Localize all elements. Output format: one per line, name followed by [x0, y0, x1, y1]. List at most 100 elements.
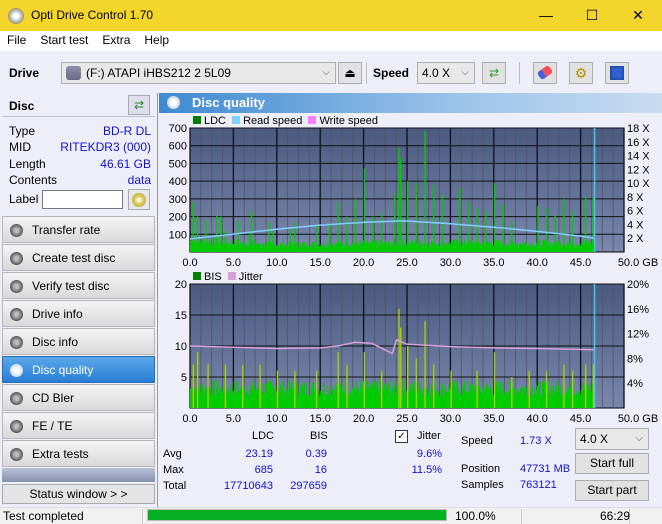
- bar-peak: [400, 327, 402, 408]
- progress-fill: [148, 510, 446, 520]
- x-tick-label: 20.0: [353, 257, 374, 267]
- disc-info-type: Type BD-R DL: [9, 124, 151, 140]
- disc-icon: [10, 392, 23, 405]
- bar-peak: [467, 202, 470, 252]
- nav-item-create-test-disc[interactable]: Create test disc: [2, 244, 155, 271]
- start-full-button[interactable]: Start full: [575, 453, 649, 474]
- disc-info-contents: Contents data: [9, 173, 151, 189]
- bar-peak: [196, 216, 199, 252]
- drive-select[interactable]: (F:) ATAPI iHBS212 2 5L09 ⌵: [61, 62, 336, 84]
- y2-tick-label: 20%: [627, 279, 649, 291]
- drive-icon: [66, 66, 81, 80]
- disc-icon: [10, 308, 23, 321]
- app-icon: [8, 8, 24, 24]
- test-speed-select[interactable]: 4.0 X ⌵: [575, 428, 649, 450]
- erase-button[interactable]: [533, 62, 557, 84]
- nav-label: CD Bler: [32, 391, 75, 405]
- y2-tick-label: 6 X: [627, 206, 644, 218]
- bar-peak: [393, 193, 396, 252]
- bar-peak: [415, 182, 418, 252]
- save-icon: [610, 66, 624, 80]
- window-title: Opti Drive Control 1.70: [31, 8, 154, 22]
- x-tick-label: 25.0: [396, 413, 417, 423]
- bar-peak: [424, 130, 426, 252]
- menu-file[interactable]: File: [0, 31, 33, 47]
- y2-tick-label: 10 X: [627, 178, 650, 190]
- maximize-button[interactable]: ☐: [569, 0, 615, 31]
- x-tick-label: 15.0: [309, 413, 330, 423]
- y-tick-label: 5: [181, 372, 187, 384]
- disc-header-label: Disc: [9, 99, 35, 113]
- y2-tick-label: 18 X: [627, 123, 650, 135]
- nav-label: Transfer rate: [32, 223, 101, 237]
- nav-item-disc-info[interactable]: Disc info: [2, 328, 155, 355]
- title-bar: Opti Drive Control 1.70 — ☐ ✕: [0, 0, 662, 31]
- disc-icon: [10, 448, 23, 461]
- y2-tick-label: 8 X: [627, 192, 644, 204]
- x-tick-label: 35.0: [483, 257, 504, 267]
- disc-label-input[interactable]: [42, 190, 123, 209]
- settings-button[interactable]: ⚙: [569, 62, 593, 84]
- bar-peak: [315, 370, 318, 408]
- disc-icon: [10, 336, 23, 349]
- info-key: Type: [9, 124, 36, 138]
- bar-peak: [459, 188, 461, 252]
- panel-title: Disc quality: [192, 95, 265, 110]
- start-part-button[interactable]: Start part: [575, 480, 649, 501]
- x-tick-label: 0.0: [182, 413, 197, 423]
- elapsed-time: 66:29: [600, 509, 631, 524]
- info-value: data: [127, 173, 151, 187]
- menu-start-test[interactable]: Start test: [33, 31, 95, 47]
- bar-peak: [192, 202, 195, 252]
- progress-percent: 100.0%: [452, 509, 522, 524]
- save-button[interactable]: [605, 62, 629, 84]
- eject-icon: ⏏: [344, 66, 356, 80]
- speed-value: 4.0 X: [422, 66, 451, 80]
- bar-peak: [493, 352, 496, 408]
- refresh-speed-button[interactable]: ⇄: [482, 62, 506, 84]
- info-key: Label: [9, 192, 39, 206]
- stat-jitter-value: 9.6%: [416, 448, 442, 460]
- nav-item-drive-info[interactable]: Drive info: [2, 300, 155, 327]
- bar-peak: [346, 216, 348, 252]
- disc-label-button[interactable]: [128, 189, 150, 210]
- nav-filler: [2, 468, 155, 482]
- y2-tick-label: 8%: [627, 353, 643, 365]
- nav-item-transfer-rate[interactable]: Transfer rate: [2, 216, 155, 243]
- refresh-icon: ⇄: [488, 66, 500, 80]
- nav-item-verify-test-disc[interactable]: Verify test disc: [2, 272, 155, 299]
- bar-peak: [571, 370, 574, 408]
- info-value: BD-R DL: [102, 124, 151, 138]
- jitter-checkbox[interactable]: ✓: [395, 430, 408, 443]
- menu-help[interactable]: Help: [137, 31, 176, 47]
- disc-info-mid: MID RITEKDR3 (000): [9, 140, 151, 156]
- bar-peak: [249, 234, 251, 252]
- speed-select[interactable]: 4.0 X ⌵: [417, 62, 475, 84]
- eject-button[interactable]: ⏏: [338, 62, 362, 84]
- y-tick-label: 700: [169, 123, 187, 135]
- minimize-button[interactable]: —: [523, 0, 569, 31]
- status-window-button[interactable]: Status window > >: [2, 484, 155, 504]
- chevron-down-icon: ⌵: [322, 67, 330, 78]
- bar-peak: [337, 202, 339, 252]
- x-tick-label: 20.0: [353, 413, 374, 423]
- bar-peak: [511, 377, 513, 408]
- stat-row-label: Total: [163, 480, 187, 492]
- nav-label: Extra tests: [32, 447, 89, 461]
- nav-label: Verify test disc: [32, 279, 110, 293]
- bar-peak: [424, 321, 426, 408]
- x-tick-label: 30.0: [440, 257, 461, 267]
- menu-extra[interactable]: Extra: [95, 31, 137, 47]
- bar-peak: [528, 370, 530, 408]
- nav-item-disc-quality[interactable]: Disc quality: [2, 356, 155, 383]
- nav-item-extra-tests[interactable]: Extra tests: [2, 440, 155, 467]
- bar-peak: [216, 214, 218, 252]
- disc-refresh-button[interactable]: ⇄: [128, 95, 150, 115]
- close-button[interactable]: ✕: [615, 0, 661, 31]
- y-tick-label: 10: [175, 341, 187, 353]
- bar-peak: [433, 184, 435, 252]
- nav-item-cd-bler[interactable]: CD Bler: [2, 384, 155, 411]
- bar-peak: [563, 198, 565, 252]
- nav-item-fe-te[interactable]: FE / TE: [2, 412, 155, 439]
- nav-label: Disc quality: [32, 363, 94, 377]
